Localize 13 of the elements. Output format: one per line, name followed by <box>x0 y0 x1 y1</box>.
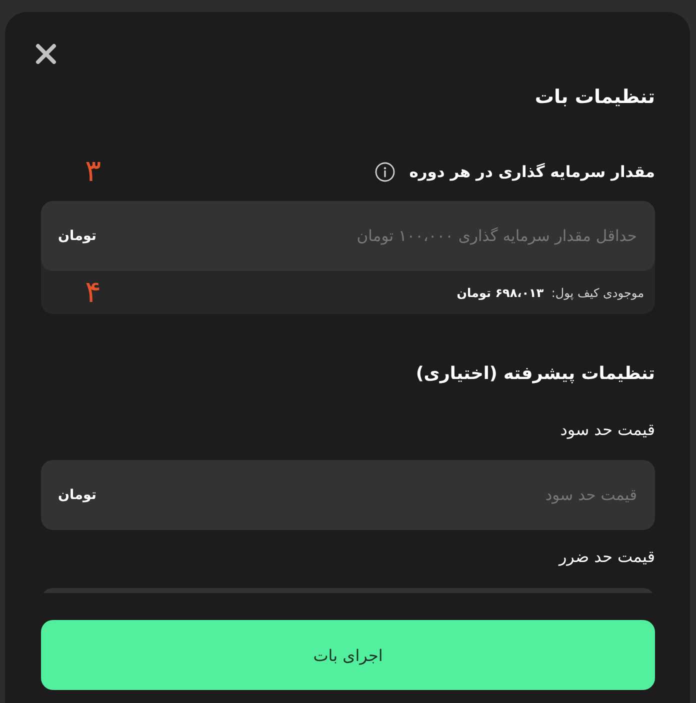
field-label: قیمت حد ضرر <box>557 546 655 568</box>
annotation-number: ۴ <box>85 278 102 308</box>
currency-unit: تومان <box>58 227 96 245</box>
info-icon[interactable] <box>375 162 396 182</box>
currency-unit: تومان <box>58 486 96 504</box>
balance-text: موجودی کیف پول: ۶۹۸،۰۱۳ تومان <box>456 284 644 302</box>
run-button[interactable]: اجرای بات <box>41 620 655 690</box>
dialog-title: تنظیمات بات <box>534 85 655 110</box>
field-label: قیمت حد سود <box>559 419 655 441</box>
field-label: مقدار سرمایه گذاری در هر دوره <box>409 162 655 183</box>
annotation-number: ۳ <box>85 157 102 187</box>
close-icon[interactable] <box>35 43 57 65</box>
section-heading: تنظیمات پیشرفته (اختیاری) <box>414 363 655 386</box>
